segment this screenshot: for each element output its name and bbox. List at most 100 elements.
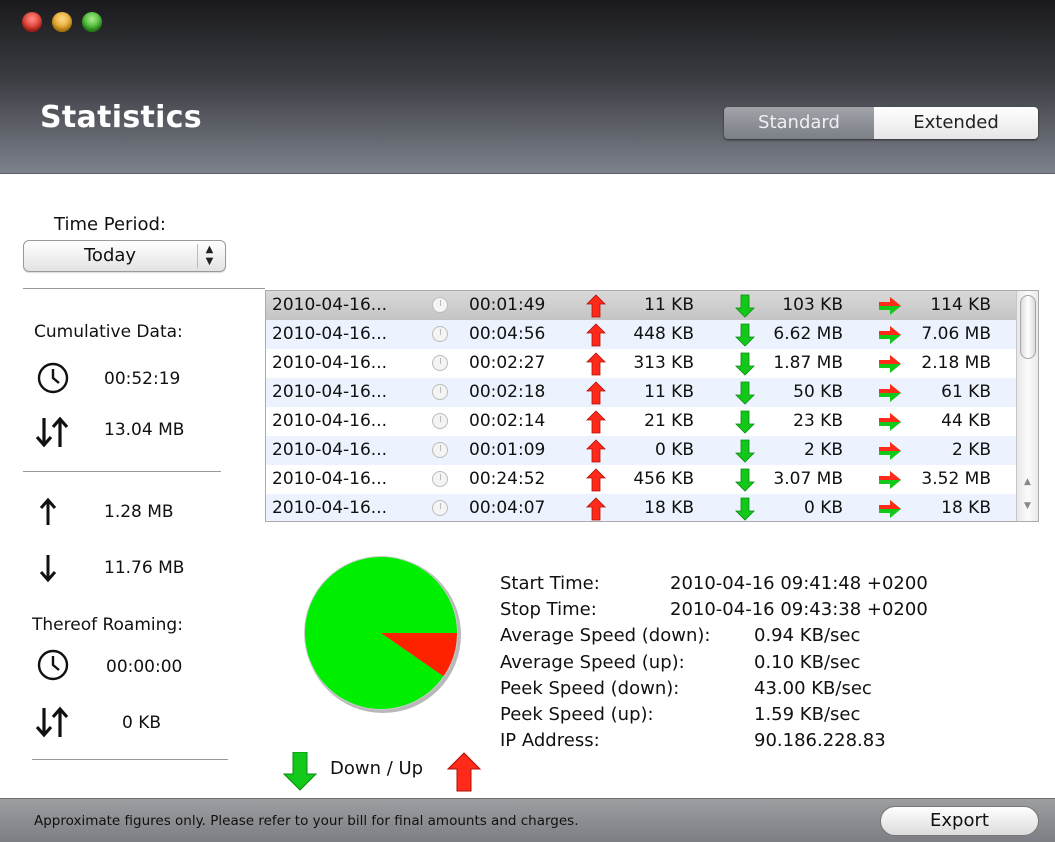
clock-icon <box>432 384 448 400</box>
session-duration: 00:04:56 <box>469 324 546 344</box>
session-duration: 00:04:07 <box>469 498 546 518</box>
time-period-select[interactable]: Today ▲ ▼ <box>23 240 226 272</box>
title-bar: Statistics Standard Extended <box>0 0 1055 174</box>
table-row[interactable]: 2010-04-16... 00:01:09 0 KB 2 KB 2 KB <box>266 436 1016 465</box>
red-up-arrow-icon <box>447 752 482 792</box>
red-green-right-arrow-icon <box>879 384 901 402</box>
standard-tab[interactable]: Standard <box>724 107 874 139</box>
session-upload: 18 KB <box>644 498 694 518</box>
minimize-button[interactable] <box>52 12 72 32</box>
footer-bar: Approximate figures only. Please refer t… <box>0 798 1055 842</box>
avg-speed-up-value: 0.10 KB/sec <box>754 652 861 673</box>
session-upload: 21 KB <box>644 411 694 431</box>
session-total: 114 KB <box>930 295 991 315</box>
session-total: 2 KB <box>951 440 991 460</box>
clock-icon <box>432 355 448 371</box>
download-arrow-icon <box>39 555 57 583</box>
cumulative-upload: 1.28 MB <box>104 502 174 522</box>
scroll-up-arrow-icon[interactable]: ▲ <box>1024 477 1031 487</box>
disclaimer-text: Approximate figures only. Please refer t… <box>34 813 579 829</box>
session-date: 2010-04-16... <box>272 440 388 460</box>
avg-speed-up-label: Average Speed (up): <box>500 652 685 673</box>
session-duration: 00:02:14 <box>469 411 546 431</box>
session-date: 2010-04-16... <box>272 498 388 518</box>
start-time-label: Start Time: <box>500 573 600 594</box>
red-green-right-arrow-icon <box>879 413 901 431</box>
session-date: 2010-04-16... <box>272 382 388 402</box>
clock-icon <box>432 500 448 516</box>
zoom-button[interactable] <box>82 12 102 32</box>
session-upload: 313 KB <box>633 353 694 373</box>
red-green-right-arrow-icon <box>879 326 901 344</box>
avg-speed-down-value: 0.94 KB/sec <box>754 625 861 646</box>
time-period-label: Time Period: <box>54 214 166 235</box>
cumulative-total: 13.04 MB <box>104 420 185 440</box>
extended-tab[interactable]: Extended <box>874 107 1038 139</box>
export-button[interactable]: Export <box>880 806 1039 836</box>
red-green-right-arrow-icon <box>879 500 901 518</box>
session-upload: 11 KB <box>644 295 694 315</box>
session-total: 61 KB <box>941 382 991 402</box>
cumulative-duration: 00:52:19 <box>104 369 181 389</box>
session-date: 2010-04-16... <box>272 295 388 315</box>
divider <box>32 759 228 760</box>
red-up-arrow-icon <box>586 381 606 405</box>
table-row[interactable]: 2010-04-16... 00:02:14 21 KB 23 KB 44 KB <box>266 407 1016 436</box>
session-total: 7.06 MB <box>921 324 991 344</box>
table-row[interactable]: 2010-04-16... 00:02:18 11 KB 50 KB 61 KB <box>266 378 1016 407</box>
session-duration: 00:02:18 <box>469 382 546 402</box>
start-time-value: 2010-04-16 09:41:48 +0200 <box>670 573 928 594</box>
close-button[interactable] <box>22 12 42 32</box>
red-green-right-arrow-icon <box>879 471 901 489</box>
session-total: 2.18 MB <box>921 353 991 373</box>
clock-icon <box>432 413 448 429</box>
table-row[interactable]: 2010-04-16... 00:01:49 11 KB 103 KB 114 KB <box>266 291 1016 320</box>
red-up-arrow-icon <box>586 439 606 463</box>
session-download: 2 KB <box>803 440 843 460</box>
session-upload: 448 KB <box>633 324 694 344</box>
red-green-right-arrow-icon <box>879 442 901 460</box>
window-controls <box>22 12 102 32</box>
roaming-duration: 00:00:00 <box>106 657 183 677</box>
upload-arrow-icon <box>39 497 57 525</box>
session-download: 1.87 MB <box>773 353 843 373</box>
stop-time-label: Stop Time: <box>500 599 597 620</box>
scroll-down-arrow-icon[interactable]: ▼ <box>1024 501 1031 511</box>
session-date: 2010-04-16... <box>272 469 388 489</box>
select-arrows-icon: ▲ ▼ <box>197 244 221 268</box>
red-green-right-arrow-icon <box>879 297 901 315</box>
view-mode-segmented-control: Standard Extended <box>724 107 1038 139</box>
scrollbar-thumb[interactable] <box>1020 295 1036 359</box>
red-up-arrow-icon <box>586 497 606 521</box>
up-down-arrows-icon <box>35 706 69 738</box>
table-row[interactable]: 2010-04-16... 00:24:52 456 KB 3.07 MB 3.52 M… <box>266 465 1016 494</box>
red-up-arrow-icon <box>586 410 606 434</box>
ip-address-value: 90.186.228.83 <box>754 730 886 751</box>
window-title: Statistics <box>40 100 202 135</box>
session-upload: 0 KB <box>654 440 694 460</box>
table-scrollbar[interactable]: ▲ ▼ <box>1016 291 1038 521</box>
ip-address-label: IP Address: <box>500 730 600 751</box>
session-date: 2010-04-16... <box>272 411 388 431</box>
session-date: 2010-04-16... <box>272 324 388 344</box>
session-upload: 11 KB <box>644 382 694 402</box>
session-duration: 00:01:09 <box>469 440 546 460</box>
table-row[interactable]: 2010-04-16... 00:02:27 313 KB 1.87 MB 2.18 M… <box>266 349 1016 378</box>
clock-icon <box>432 326 448 342</box>
table-row[interactable]: 2010-04-16... 00:04:07 18 KB 0 KB 18 KB <box>266 494 1016 521</box>
session-total: 18 KB <box>941 498 991 518</box>
roaming-label: Thereof Roaming: <box>32 615 183 635</box>
red-up-arrow-icon <box>586 323 606 347</box>
session-duration: 00:24:52 <box>469 469 546 489</box>
green-down-arrow-icon <box>283 752 318 791</box>
session-download: 50 KB <box>793 382 843 402</box>
table-row[interactable]: 2010-04-16... 00:04:56 448 KB 6.62 MB 7.06 M… <box>266 320 1016 349</box>
peek-speed-up-value: 1.59 KB/sec <box>754 704 861 725</box>
cumulative-download: 11.76 MB <box>104 558 185 578</box>
red-up-arrow-icon <box>586 468 606 492</box>
sessions-table[interactable]: 2010-04-16... 00:01:49 11 KB 103 KB 114 KB 20… <box>265 290 1039 522</box>
roaming-total: 0 KB <box>122 713 162 733</box>
peek-speed-down-label: Peek Speed (down): <box>500 678 680 699</box>
session-download: 3.07 MB <box>773 469 843 489</box>
stop-time-value: 2010-04-16 09:43:38 +0200 <box>670 599 928 620</box>
